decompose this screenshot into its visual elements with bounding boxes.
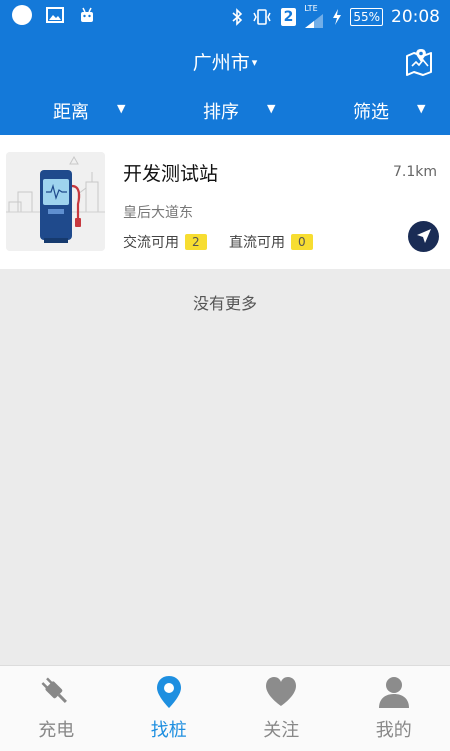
tab-follow[interactable]: 关注 bbox=[225, 666, 338, 751]
charging-bolt-icon bbox=[332, 9, 342, 25]
dropdown-arrow-icon: ▼ bbox=[267, 102, 275, 115]
station-distance: 7.1km bbox=[393, 164, 437, 180]
dropdown-arrow-icon: ▼ bbox=[117, 102, 125, 115]
station-name: 开发测试站 bbox=[123, 159, 218, 186]
city-name: 广州市 bbox=[193, 52, 250, 74]
city-caret-icon: ▾ bbox=[252, 56, 258, 69]
sim-badge: 2 bbox=[281, 8, 297, 26]
filter-distance[interactable]: 距离 ▼ bbox=[0, 98, 150, 124]
vibrate-icon bbox=[251, 8, 273, 26]
tab-follow-label: 关注 bbox=[225, 716, 338, 742]
clock: 20:08 bbox=[391, 7, 440, 27]
charging-pile-illustration bbox=[6, 152, 105, 251]
app-header: 广州市▾ 距离 ▼ 排序 ▼ 筛选 ▼ bbox=[0, 32, 450, 135]
navigation-arrow-icon bbox=[408, 221, 439, 252]
tab-find-pile-label: 找桩 bbox=[113, 716, 226, 742]
city-selector[interactable]: 广州市▾ bbox=[0, 48, 450, 75]
tab-mine[interactable]: 我的 bbox=[338, 666, 450, 751]
dc-availability: 直流可用 0 bbox=[229, 232, 313, 252]
android-notification-icon bbox=[78, 6, 96, 24]
heart-icon bbox=[263, 674, 299, 710]
signal-strength-icon bbox=[304, 13, 324, 29]
notification-circle-icon bbox=[12, 5, 32, 25]
station-card[interactable]: 开发测试站 7.1km 皇后大道东 交流可用 2 直流可用 0 bbox=[0, 135, 450, 269]
ac-label: 交流可用 bbox=[123, 232, 179, 252]
user-icon bbox=[376, 674, 412, 710]
battery-indicator: 55% bbox=[350, 8, 383, 26]
ac-count-badge: 2 bbox=[185, 234, 207, 250]
tab-find-pile[interactable]: 找桩 bbox=[113, 666, 226, 751]
filter-screen-label: 筛选 bbox=[353, 98, 389, 124]
tab-charge[interactable]: 充电 bbox=[0, 666, 113, 751]
filter-sort-label: 排序 bbox=[203, 98, 239, 124]
station-thumbnail bbox=[6, 152, 105, 251]
ac-availability: 交流可用 2 bbox=[123, 232, 207, 252]
network-type: LTE bbox=[304, 4, 317, 13]
plug-icon bbox=[38, 674, 74, 710]
filter-bar: 距离 ▼ 排序 ▼ 筛选 ▼ bbox=[0, 98, 450, 124]
dc-count-badge: 0 bbox=[291, 234, 313, 250]
status-bar: 2 LTE 55% 20:08 bbox=[0, 0, 450, 32]
navigate-button[interactable] bbox=[408, 221, 439, 252]
filter-screen[interactable]: 筛选 ▼ bbox=[300, 98, 450, 124]
tab-charge-label: 充电 bbox=[0, 716, 113, 742]
station-address: 皇后大道东 bbox=[123, 202, 193, 222]
tab-mine-label: 我的 bbox=[338, 716, 450, 742]
image-notification-icon bbox=[46, 7, 64, 23]
dc-label: 直流可用 bbox=[229, 232, 285, 252]
bottom-tab-bar: 充电 找桩 关注 我的 bbox=[0, 665, 450, 751]
filter-sort[interactable]: 排序 ▼ bbox=[150, 98, 300, 124]
map-view-icon[interactable] bbox=[404, 46, 434, 76]
list-end-text: 没有更多 bbox=[0, 290, 450, 314]
filter-distance-label: 距离 bbox=[53, 98, 89, 124]
location-pin-icon bbox=[151, 674, 187, 710]
bluetooth-icon bbox=[231, 8, 243, 26]
dropdown-arrow-icon: ▼ bbox=[417, 102, 425, 115]
signal-indicator: LTE bbox=[304, 4, 324, 29]
